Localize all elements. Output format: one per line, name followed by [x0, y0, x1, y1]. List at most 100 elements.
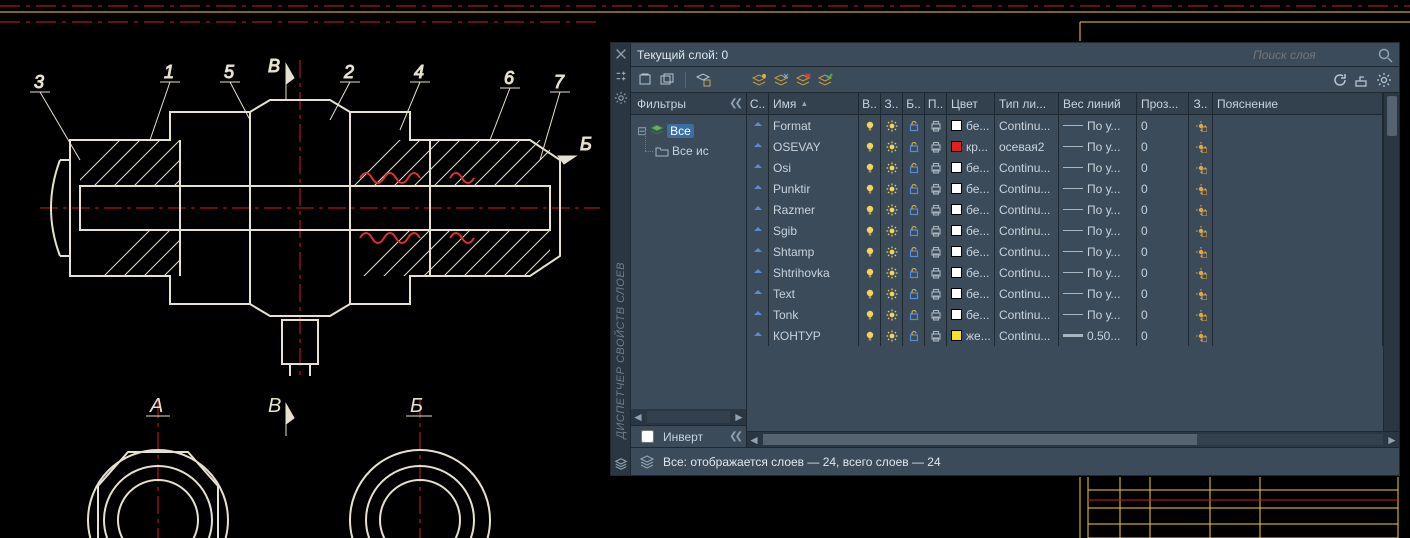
- layer-linetype[interactable]: Continu...: [995, 220, 1059, 241]
- sun-icon[interactable]: [886, 330, 898, 342]
- layer-description[interactable]: [1213, 136, 1383, 157]
- layer-name[interactable]: Text: [769, 283, 859, 304]
- freeze-new-vp-icon[interactable]: [1195, 183, 1207, 195]
- col-lock[interactable]: Б..: [903, 93, 925, 114]
- filter-all[interactable]: Все: [667, 124, 694, 138]
- lock-icon[interactable]: [908, 183, 920, 195]
- layer-linetype[interactable]: Continu...: [995, 199, 1059, 220]
- layer-color[interactable]: бе...: [947, 220, 995, 241]
- printer-icon[interactable]: [930, 309, 942, 321]
- grid-vscrollbar[interactable]: [1383, 93, 1399, 431]
- refresh-icon[interactable]: [1331, 71, 1349, 89]
- freeze-new-vp-icon[interactable]: [1195, 330, 1207, 342]
- bulb-icon[interactable]: [864, 288, 876, 300]
- col-plot[interactable]: П..: [925, 93, 947, 114]
- col-lineweight[interactable]: Вес линий: [1059, 93, 1137, 114]
- layer-linetype[interactable]: Continu...: [995, 178, 1059, 199]
- freeze-new-vp-icon[interactable]: [1195, 120, 1207, 132]
- layer-name[interactable]: OSEVAY: [769, 136, 859, 157]
- col-freeze[interactable]: З..: [881, 93, 903, 114]
- col-freeze-new[interactable]: З..: [1189, 93, 1213, 114]
- bulb-icon[interactable]: [864, 141, 876, 153]
- layer-row[interactable]: Sgibбе...Continu...По у...0: [747, 220, 1383, 241]
- layer-color[interactable]: бе...: [947, 241, 995, 262]
- layer-lineweight[interactable]: По у...: [1059, 136, 1137, 157]
- bulb-icon[interactable]: [864, 120, 876, 132]
- sun-icon[interactable]: [886, 246, 898, 258]
- options-gear-icon[interactable]: [1375, 71, 1393, 89]
- layer-row[interactable]: Shtrihovkaбе...Continu...По у...0: [747, 262, 1383, 283]
- settings-icon[interactable]: [1353, 71, 1371, 89]
- freeze-new-vp-icon[interactable]: [1195, 288, 1207, 300]
- layer-row[interactable]: КОНТУРже...Continu...0.50...0: [747, 325, 1383, 346]
- sun-icon[interactable]: [886, 120, 898, 132]
- layer-linetype[interactable]: Continu...: [995, 283, 1059, 304]
- col-name[interactable]: Имя: [769, 93, 859, 114]
- bulb-icon[interactable]: [864, 204, 876, 216]
- layer-row[interactable]: Osiбе...Continu...По у...0: [747, 157, 1383, 178]
- layer-description[interactable]: [1213, 241, 1383, 262]
- lock-icon[interactable]: [908, 330, 920, 342]
- lock-icon[interactable]: [908, 309, 920, 321]
- layer-row[interactable]: Razmerбе...Continu...По у...0: [747, 199, 1383, 220]
- sun-icon[interactable]: [886, 225, 898, 237]
- layer-lineweight[interactable]: По у...: [1059, 304, 1137, 325]
- freeze-new-vp-icon[interactable]: [1195, 225, 1207, 237]
- layer-color[interactable]: бе...: [947, 199, 995, 220]
- sun-icon[interactable]: [886, 309, 898, 321]
- printer-icon[interactable]: [930, 225, 942, 237]
- sun-icon[interactable]: [886, 141, 898, 153]
- layers-icon[interactable]: [614, 457, 628, 471]
- bulb-icon[interactable]: [864, 162, 876, 174]
- printer-icon[interactable]: [930, 204, 942, 216]
- lock-icon[interactable]: [908, 120, 920, 132]
- layer-description[interactable]: [1213, 325, 1383, 346]
- sun-icon[interactable]: [886, 288, 898, 300]
- layer-transparency[interactable]: 0: [1137, 241, 1189, 262]
- col-on[interactable]: В..: [859, 93, 881, 114]
- layer-color[interactable]: кр...: [947, 136, 995, 157]
- layer-row[interactable]: OSEVAYкр...осевая2По у...0: [747, 136, 1383, 157]
- layer-transparency[interactable]: 0: [1137, 136, 1189, 157]
- new-group-filter-icon[interactable]: [659, 71, 677, 89]
- collapse-filters-icon[interactable]: ❮❮: [729, 431, 740, 442]
- layer-name[interactable]: Sgib: [769, 220, 859, 241]
- sun-icon[interactable]: [886, 183, 898, 195]
- layer-lineweight[interactable]: По у...: [1059, 178, 1137, 199]
- layer-description[interactable]: [1213, 178, 1383, 199]
- printer-icon[interactable]: [930, 246, 942, 258]
- collapse-filters-icon[interactable]: ❮❮: [729, 98, 740, 109]
- layer-color[interactable]: бе...: [947, 178, 995, 199]
- bulb-icon[interactable]: [864, 267, 876, 279]
- lock-icon[interactable]: [908, 204, 920, 216]
- layer-linetype[interactable]: Continu...: [995, 325, 1059, 346]
- printer-icon[interactable]: [930, 162, 942, 174]
- layer-color[interactable]: бе...: [947, 283, 995, 304]
- layer-description[interactable]: [1213, 283, 1383, 304]
- bulb-icon[interactable]: [864, 309, 876, 321]
- col-status[interactable]: С..: [747, 93, 769, 114]
- printer-icon[interactable]: [930, 183, 942, 195]
- printer-icon[interactable]: [930, 120, 942, 132]
- layer-lineweight[interactable]: По у...: [1059, 157, 1137, 178]
- layer-lineweight[interactable]: По у...: [1059, 199, 1137, 220]
- layer-row[interactable]: Tonkбе...Continu...По у...0: [747, 304, 1383, 325]
- layer-row[interactable]: Textбе...Continu...По у...0: [747, 283, 1383, 304]
- printer-icon[interactable]: [930, 267, 942, 279]
- layer-transparency[interactable]: 0: [1137, 283, 1189, 304]
- layer-description[interactable]: [1213, 157, 1383, 178]
- layer-description[interactable]: [1213, 304, 1383, 325]
- layer-transparency[interactable]: 0: [1137, 304, 1189, 325]
- layer-linetype[interactable]: Continu...: [995, 115, 1059, 136]
- lock-icon[interactable]: [908, 141, 920, 153]
- layer-color[interactable]: бе...: [947, 115, 995, 136]
- col-description[interactable]: Пояснение: [1213, 93, 1383, 114]
- layer-name[interactable]: Shtamp: [769, 241, 859, 262]
- layer-name[interactable]: Osi: [769, 157, 859, 178]
- lock-icon[interactable]: [908, 225, 920, 237]
- layer-lineweight[interactable]: По у...: [1059, 115, 1137, 136]
- freeze-new-vp-icon[interactable]: [1195, 246, 1207, 258]
- layer-linetype[interactable]: Continu...: [995, 157, 1059, 178]
- layer-transparency[interactable]: 0: [1137, 115, 1189, 136]
- sun-icon[interactable]: [886, 162, 898, 174]
